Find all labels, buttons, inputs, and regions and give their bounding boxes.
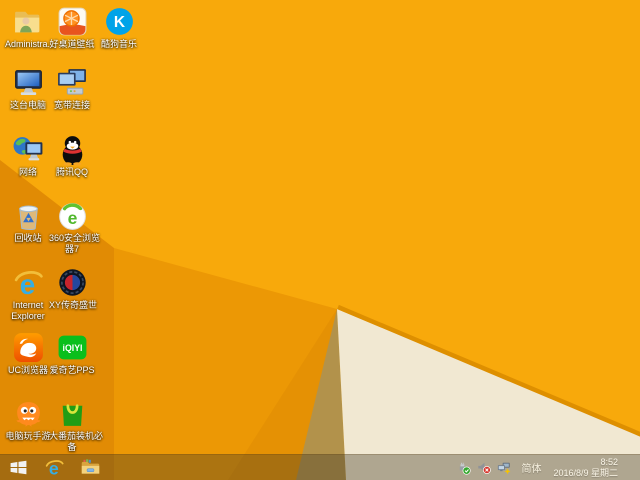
system-tray: 简体 8:52 2016/8/9 星期二 [457, 455, 640, 480]
clock-time: 8:52 [600, 457, 618, 467]
wallpaper-app-icon [56, 5, 89, 38]
desktop-icon-xy-chuanqi-game[interactable]: XY传奇盛世 [49, 266, 98, 311]
desktop-icon-label: UC浏览器 [8, 365, 48, 375]
desktop-icon-label: 大番茄装机必备 [49, 431, 104, 452]
monster-icon [12, 397, 45, 430]
iqiyi-icon: iQIYI [56, 331, 89, 364]
file-explorer-icon [80, 457, 101, 478]
desktop-icon-label: 回收站 [14, 233, 42, 243]
desktop-icon-label: 电脑玩手游 [5, 431, 51, 441]
desktop-icon-label: 这台电脑 [9, 100, 46, 110]
kugou-icon: K [103, 5, 136, 38]
uc-icon [12, 331, 45, 364]
desktop-icon-grid: Administra... 好桌道壁纸 K 酷狗音乐这台电脑 宽带连接网络 腾讯QQ 回收站… [0, 0, 640, 454]
desktop-icon-network[interactable]: 网络 [5, 133, 51, 178]
browser-360-icon: e [56, 199, 89, 232]
ie-task-icon: e [44, 457, 65, 478]
usb-safely-remove-tray-icon[interactable] [457, 461, 472, 475]
svg-text:iQIYI: iQIYI [62, 343, 82, 353]
svg-text:e: e [67, 208, 77, 228]
desktop-icon-pc-play-mobile-games[interactable]: 电脑玩手游 [5, 397, 51, 442]
svg-text:K: K [113, 14, 125, 31]
network-warning-tray-icon[interactable] [497, 461, 511, 475]
desktop-icon-recycle-bin[interactable]: 回收站 [5, 199, 51, 244]
desktop-icon-haozhuodao-wallpaper[interactable]: 好桌道壁纸 [49, 5, 95, 50]
desktop-icon-administrator-folder[interactable]: Administra... [5, 5, 56, 50]
desktop-icon-label: Internet Explorer [11, 300, 45, 321]
bag-icon [56, 397, 89, 430]
clock-date: 2016/8/9 星期二 [553, 467, 618, 478]
windows-logo-icon [9, 458, 28, 477]
desktop-icon-label: 360安全浏览 器7 [49, 233, 101, 254]
xy-game-icon [56, 266, 89, 299]
file-explorer-taskbar[interactable] [72, 455, 108, 480]
broadband-icon [56, 66, 89, 99]
desktop-icon-label: 爱奇艺PPS [49, 365, 95, 375]
recycle-bin-icon [12, 199, 45, 232]
volume-muted-tray-icon[interactable] [477, 461, 492, 475]
desktop-icon-internet-explorer[interactable]: e Internet Explorer [5, 266, 51, 322]
language-indicator[interactable]: 简体 [521, 460, 541, 475]
desktop-icon-uc-browser[interactable]: UC浏览器 [5, 331, 51, 376]
desktop-icon-this-pc[interactable]: 这台电脑 [5, 66, 51, 111]
desktop-icon-label: 宽带连接 [53, 100, 90, 110]
network-icon [12, 133, 45, 166]
folder-user-icon [12, 5, 45, 38]
desktop-icon-broadband-connection[interactable]: 宽带连接 [49, 66, 95, 111]
desktop-icon-kugou-music[interactable]: K 酷狗音乐 [96, 5, 142, 50]
taskbar-buttons: e [0, 455, 108, 480]
desktop-icon-tencent-qq[interactable]: 腾讯QQ [49, 133, 95, 178]
taskbar-clock[interactable]: 8:52 2016/8/9 星期二 [553, 457, 618, 478]
show-desktop-button[interactable] [634, 455, 640, 480]
ie-icon: e [12, 266, 45, 299]
desktop-icon-label: 网络 [18, 167, 37, 177]
tray-icons [457, 461, 517, 475]
internet-explorer-taskbar[interactable]: e [36, 455, 72, 480]
desktop-icon-360-safe-browser[interactable]: e 360安全浏览 器7 [49, 199, 101, 255]
desktop-icon-datomato-setup-essentials[interactable]: 大番茄装机必备 [49, 397, 104, 453]
desktop-icon-label: 腾讯QQ [55, 167, 88, 177]
desktop-icon-label: XY传奇盛世 [49, 300, 98, 310]
taskbar: e 简体 8:52 2016/8/9 星期二 [0, 454, 640, 480]
qq-icon [56, 133, 89, 166]
computer-icon [12, 66, 45, 99]
desktop-icon-label: Administra... [5, 39, 56, 49]
desktop-icon-label: 酷狗音乐 [100, 39, 137, 49]
desktop-icon-label: 好桌道壁纸 [49, 39, 95, 49]
desktop-icon-iqiyi-pps[interactable]: iQIYI 爱奇艺PPS [49, 331, 95, 376]
start-button[interactable] [0, 455, 36, 480]
